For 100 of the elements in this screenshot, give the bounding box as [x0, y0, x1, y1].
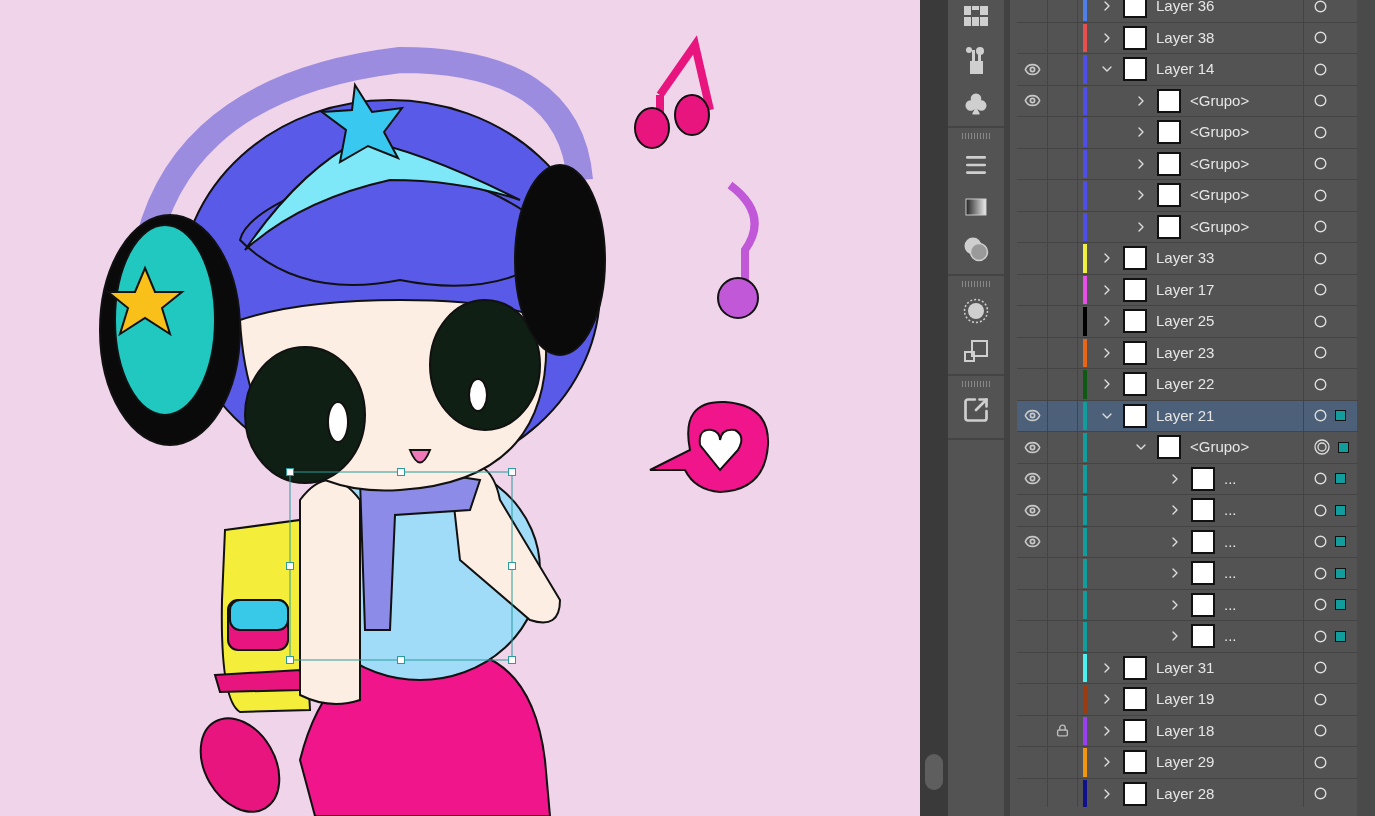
- target-circle-icon[interactable]: [1314, 409, 1327, 423]
- layer-name[interactable]: Layer 22: [1156, 373, 1215, 396]
- selection-square-icon[interactable]: [1335, 567, 1346, 579]
- transform-squares-icon[interactable]: [964, 340, 988, 364]
- layer-row[interactable]: Layer 23: [1017, 337, 1357, 369]
- layer-name[interactable]: Layer 19: [1156, 688, 1215, 711]
- layer-name[interactable]: ...: [1224, 593, 1237, 616]
- target-circle-icon[interactable]: [1314, 503, 1327, 517]
- layer-name[interactable]: ...: [1224, 467, 1237, 490]
- layer-name[interactable]: Layer 31: [1156, 656, 1215, 679]
- target-double-circle-icon[interactable]: [1314, 439, 1330, 456]
- layer-row[interactable]: <Grupo>: [1017, 432, 1357, 464]
- appearance-sun-icon[interactable]: [963, 298, 989, 324]
- gradient-icon[interactable]: [965, 198, 987, 216]
- layer-thumbnail: [1157, 214, 1181, 239]
- layer-name[interactable]: Layer 17: [1156, 278, 1215, 301]
- layer-thumbnail: [1123, 340, 1147, 365]
- layer-row[interactable]: Layer 36: [1017, 0, 1357, 23]
- layer-name[interactable]: <Grupo>: [1190, 121, 1250, 144]
- layer-row[interactable]: Layer 14: [1017, 54, 1357, 86]
- layer-row[interactable]: Layer 17: [1017, 274, 1357, 306]
- target-circle-icon[interactable]: [1314, 346, 1327, 360]
- layer-row[interactable]: ...: [1017, 526, 1357, 558]
- layer-name[interactable]: Layer 14: [1156, 58, 1215, 81]
- target-circle-icon[interactable]: [1314, 787, 1327, 801]
- target-circle-icon[interactable]: [1314, 629, 1327, 643]
- layer-row[interactable]: Layer 22: [1017, 369, 1357, 401]
- layer-row[interactable]: ...: [1017, 463, 1357, 495]
- club-symbol-icon[interactable]: [964, 92, 988, 116]
- layer-row[interactable]: <Grupo>: [1017, 180, 1357, 212]
- target-circle-icon[interactable]: [1314, 661, 1327, 675]
- target-circle-icon[interactable]: [1314, 157, 1327, 171]
- target-circle-icon[interactable]: [1314, 755, 1327, 769]
- target-circle-icon[interactable]: [1314, 566, 1327, 580]
- target-circle-icon[interactable]: [1314, 472, 1327, 486]
- layer-row[interactable]: ...: [1017, 621, 1357, 653]
- target-circle-icon[interactable]: [1314, 0, 1327, 13]
- layer-row[interactable]: Layer 31: [1017, 652, 1357, 684]
- target-circle-icon[interactable]: [1314, 283, 1327, 297]
- target-circle-icon[interactable]: [1314, 94, 1327, 108]
- target-circle-icon[interactable]: [1314, 535, 1327, 549]
- layer-thumbnail: [1157, 183, 1181, 208]
- layer-row[interactable]: <Grupo>: [1017, 85, 1357, 117]
- layer-row[interactable]: Layer 38: [1017, 22, 1357, 54]
- target-circle-icon[interactable]: [1314, 62, 1327, 76]
- transparency-circles-icon[interactable]: [963, 236, 989, 262]
- lock-icon[interactable]: [1056, 724, 1069, 738]
- layer-row[interactable]: Layer 29: [1017, 747, 1357, 779]
- layer-name[interactable]: <Grupo>: [1190, 436, 1250, 459]
- target-circle-icon[interactable]: [1314, 598, 1327, 612]
- layer-name[interactable]: Layer 38: [1156, 26, 1215, 49]
- layer-name[interactable]: ...: [1224, 530, 1237, 553]
- selection-square-icon[interactable]: [1338, 441, 1349, 453]
- scrollbar-thumb[interactable]: [925, 754, 943, 790]
- layer-row[interactable]: <Grupo>: [1017, 148, 1357, 180]
- target-circle-icon[interactable]: [1314, 31, 1327, 45]
- layer-name[interactable]: Layer 36: [1156, 0, 1215, 18]
- layer-row[interactable]: Layer 25: [1017, 306, 1357, 338]
- layer-row[interactable]: ...: [1017, 558, 1357, 590]
- selection-square-icon[interactable]: [1335, 473, 1346, 485]
- target-circle-icon[interactable]: [1314, 220, 1327, 234]
- layer-row[interactable]: <Grupo>: [1017, 211, 1357, 243]
- layer-thumbnail: [1123, 781, 1147, 806]
- layer-name[interactable]: <Grupo>: [1190, 215, 1250, 238]
- target-circle-icon[interactable]: [1314, 251, 1327, 265]
- layer-row[interactable]: ...: [1017, 589, 1357, 621]
- target-circle-icon[interactable]: [1314, 724, 1327, 738]
- layer-row[interactable]: <Grupo>: [1017, 117, 1357, 149]
- selection-square-icon[interactable]: [1335, 630, 1346, 642]
- layer-name[interactable]: <Grupo>: [1190, 184, 1250, 207]
- target-circle-icon[interactable]: [1314, 188, 1327, 202]
- selection-square-icon[interactable]: [1335, 410, 1346, 422]
- layer-name[interactable]: Layer 33: [1156, 247, 1215, 270]
- layer-name[interactable]: Layer 21: [1156, 404, 1215, 427]
- layer-name[interactable]: Layer 28: [1156, 782, 1215, 805]
- layer-name[interactable]: Layer 18: [1156, 719, 1215, 742]
- layer-row[interactable]: Layer 33: [1017, 243, 1357, 275]
- layer-name[interactable]: Layer 25: [1156, 310, 1215, 333]
- target-circle-icon[interactable]: [1314, 692, 1327, 706]
- selection-bounding-box[interactable]: [286, 468, 516, 664]
- layer-row[interactable]: Layer 18: [1017, 715, 1357, 747]
- selection-square-icon[interactable]: [1335, 536, 1346, 548]
- layer-name[interactable]: <Grupo>: [1190, 152, 1250, 175]
- layer-name[interactable]: ...: [1224, 625, 1237, 648]
- layer-name[interactable]: ...: [1224, 499, 1237, 522]
- layer-thumbnail: [1123, 403, 1147, 428]
- layer-row[interactable]: Layer 21: [1017, 400, 1357, 432]
- target-circle-icon[interactable]: [1314, 314, 1327, 328]
- layer-name[interactable]: Layer 23: [1156, 341, 1215, 364]
- layer-name[interactable]: <Grupo>: [1190, 89, 1250, 112]
- target-circle-icon[interactable]: [1314, 125, 1327, 139]
- layer-row[interactable]: Layer 19: [1017, 684, 1357, 716]
- export-icon[interactable]: [962, 396, 990, 424]
- selection-square-icon[interactable]: [1335, 504, 1346, 516]
- target-circle-icon[interactable]: [1314, 377, 1327, 391]
- layer-name[interactable]: ...: [1224, 562, 1237, 585]
- selection-square-icon[interactable]: [1335, 599, 1346, 611]
- layer-row[interactable]: ...: [1017, 495, 1357, 527]
- swatch-grid-icon[interactable]: [964, 6, 988, 26]
- layer-name[interactable]: Layer 29: [1156, 751, 1215, 774]
